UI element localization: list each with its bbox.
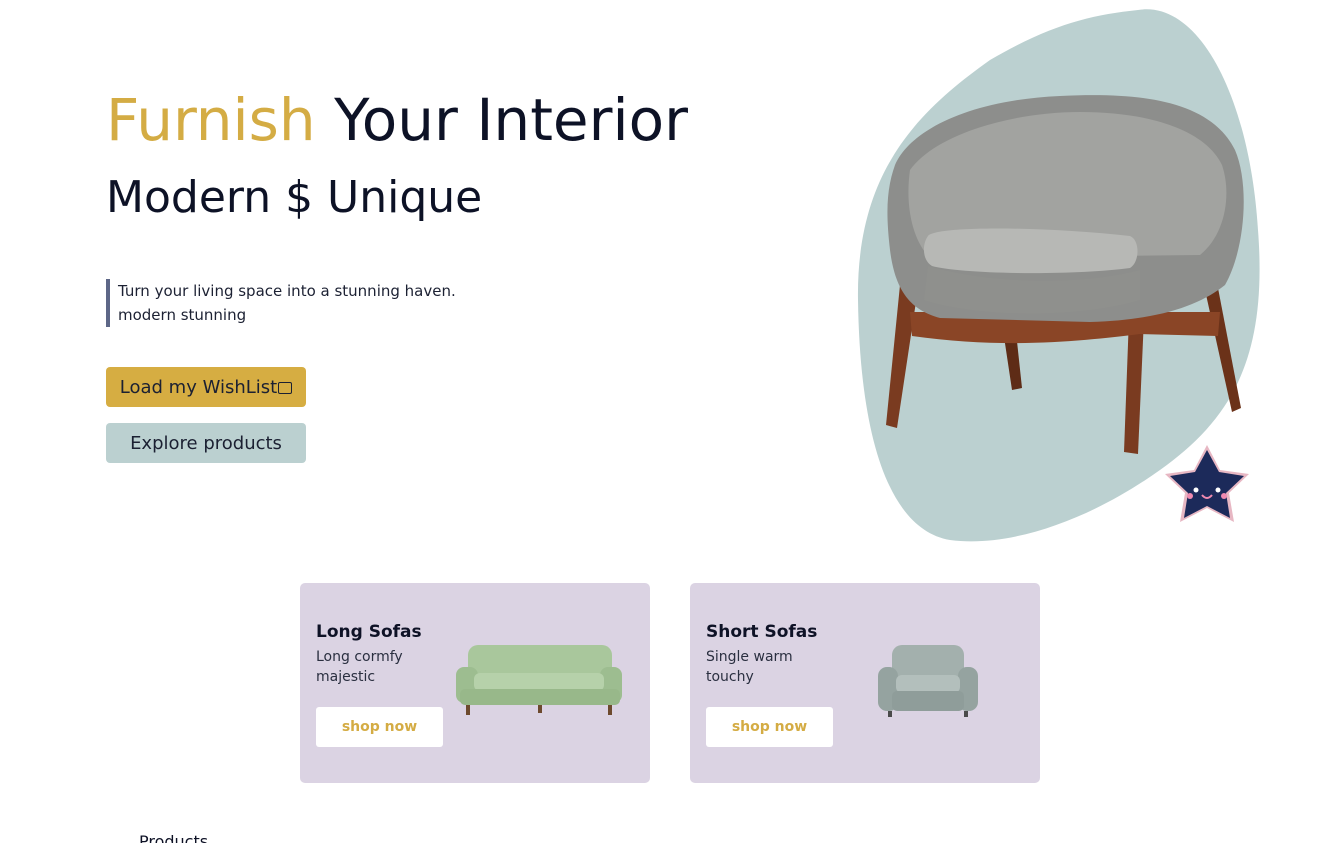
load-wishlist-label: Load my WishList [119, 376, 278, 398]
hero-title: Furnish Your Interior [106, 86, 688, 154]
hero-armchair-image [857, 9, 1260, 542]
long-sofa-image [456, 645, 622, 715]
shopping-bag-icon [278, 382, 293, 394]
hero-quote: Turn your living space into a stunning h… [106, 279, 456, 327]
shop-now-button[interactable]: shop now [706, 707, 833, 747]
shop-now-button[interactable]: shop now [316, 707, 443, 747]
card-description: Single warm touchy [706, 649, 793, 685]
card-description: Long cormfy majestic [316, 649, 403, 685]
hero-quote-line-2: modern stunning [118, 306, 247, 324]
load-wishlist-button[interactable]: Load my WishList [106, 367, 306, 407]
hero-title-accent: Furnish [106, 86, 316, 154]
hero-quote-line-1: Turn your living space into a stunning h… [118, 282, 456, 300]
explore-products-button[interactable]: Explore products [106, 423, 306, 463]
hero-title-rest: Your Interior [315, 86, 688, 154]
category-card-long-sofas: Long Sofas Long cormfy majestic shop now [300, 583, 650, 783]
category-card-short-sofas: Short Sofas Single warm touchy shop now [690, 583, 1040, 783]
hero-subtitle: Modern $ Unique [106, 172, 483, 223]
products-heading: Products [139, 832, 209, 843]
card-title: Short Sofas [706, 622, 818, 642]
explore-products-label: Explore products [130, 432, 282, 454]
short-sofa-image [878, 645, 978, 717]
card-title: Long Sofas [316, 622, 422, 642]
